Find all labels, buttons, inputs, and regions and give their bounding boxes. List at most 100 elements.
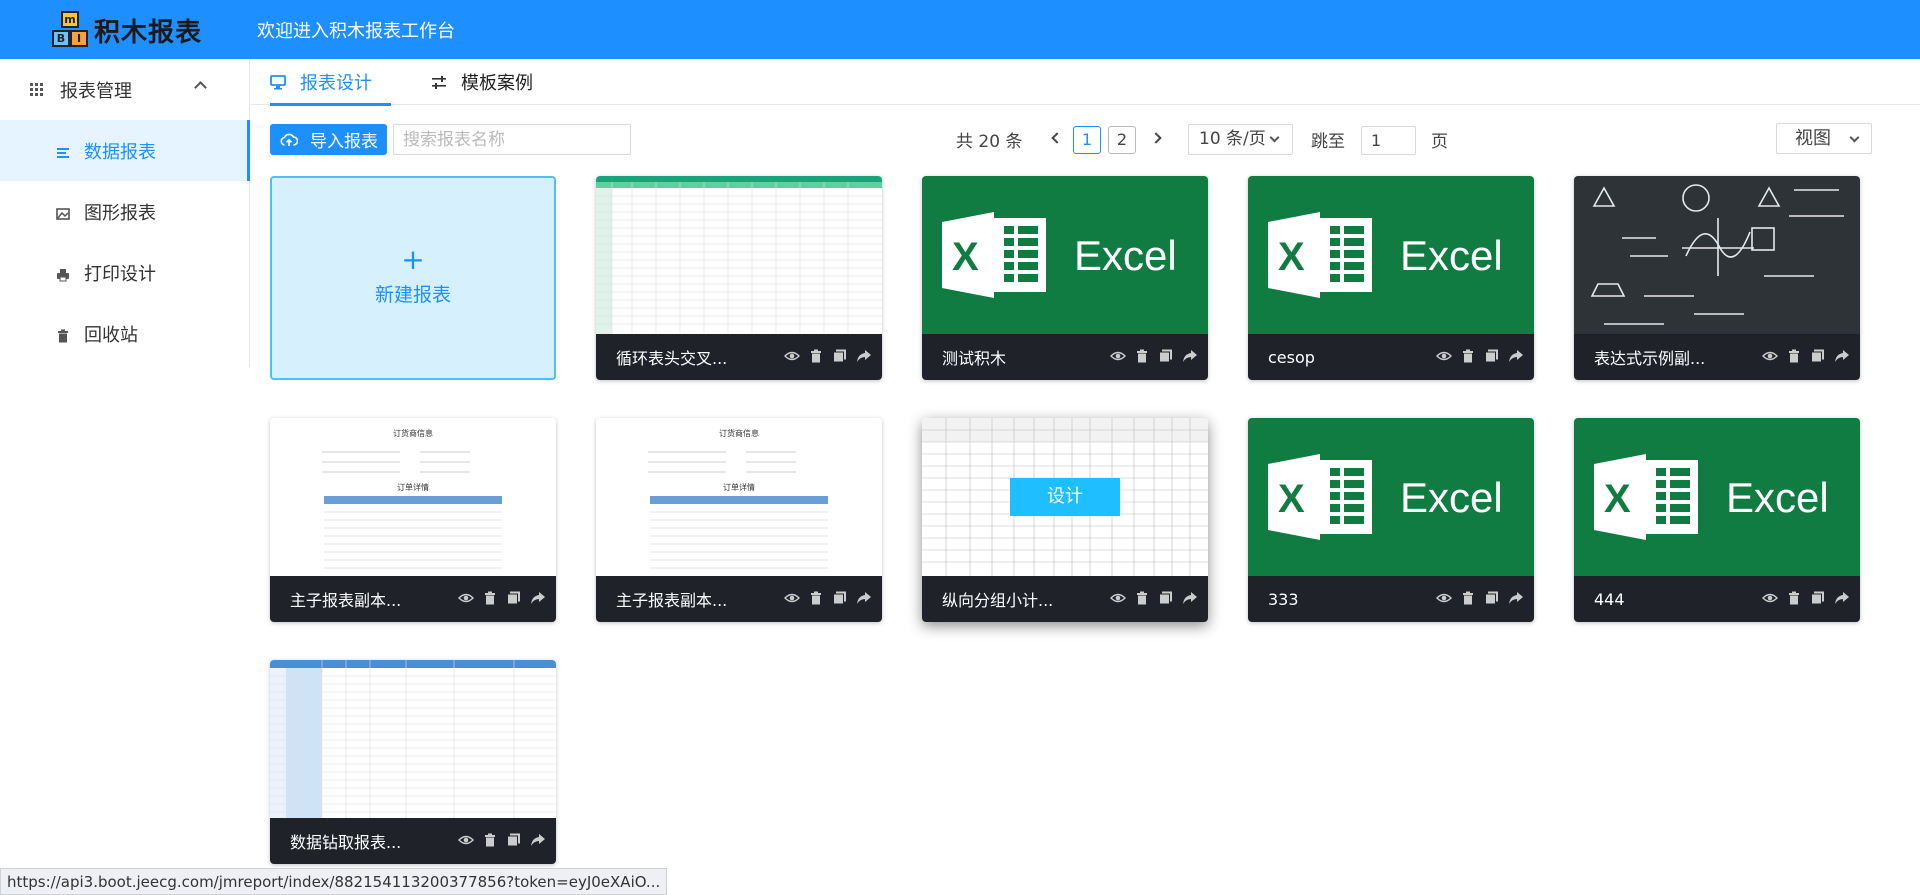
share-icon[interactable] bbox=[1182, 590, 1198, 606]
sidebar-item-label: 回收站 bbox=[84, 324, 138, 346]
sidebar-item-print-design[interactable]: 打印设计 bbox=[0, 242, 249, 303]
copy-icon[interactable] bbox=[1158, 590, 1174, 606]
trash-icon[interactable] bbox=[1786, 348, 1802, 364]
trash-icon bbox=[56, 327, 70, 342]
report-card[interactable]: 数据钻取报表... bbox=[270, 660, 556, 864]
excel-logo-icon: X bbox=[1268, 454, 1372, 540]
report-name: 表达式示例副... bbox=[1594, 349, 1706, 368]
eye-icon[interactable] bbox=[1436, 590, 1452, 606]
eye-icon[interactable] bbox=[784, 348, 800, 364]
excel-thumbnail: X Excel bbox=[922, 176, 1208, 334]
report-card[interactable]: X Excel 333 bbox=[1248, 418, 1534, 622]
sidebar-item-recycle-bin[interactable]: 回收站 bbox=[0, 303, 249, 364]
eye-icon[interactable] bbox=[458, 832, 474, 848]
report-card[interactable]: X Excel 测试积木 bbox=[922, 176, 1208, 380]
report-card[interactable]: X Excel cesop bbox=[1248, 176, 1534, 380]
tab-template-cases[interactable]: 模板案例 bbox=[431, 59, 533, 105]
jump-page-input[interactable] bbox=[1361, 126, 1416, 155]
report-card[interactable]: 循环表头交叉... bbox=[596, 176, 882, 380]
report-card[interactable]: 设计 纵向分组小计... bbox=[922, 418, 1208, 622]
report-card[interactable]: 表达式示例副... bbox=[1574, 176, 1860, 380]
share-icon[interactable] bbox=[856, 590, 872, 606]
card-footer: cesop bbox=[1248, 334, 1534, 380]
card-footer: 主子报表副本... bbox=[596, 576, 882, 622]
view-select[interactable]: 视图 bbox=[1776, 123, 1872, 154]
upload-cloud-icon bbox=[280, 133, 298, 146]
trash-icon[interactable] bbox=[1460, 590, 1476, 606]
trash-icon[interactable] bbox=[1134, 590, 1150, 606]
page-unit-label: 页 bbox=[1431, 132, 1448, 152]
trash-icon[interactable] bbox=[808, 590, 824, 606]
eye-icon[interactable] bbox=[1110, 590, 1126, 606]
app-logo[interactable]: mBI 积木报表 bbox=[50, 11, 202, 49]
eye-icon[interactable] bbox=[1110, 348, 1126, 364]
trash-icon[interactable] bbox=[1786, 590, 1802, 606]
excel-label: Excel bbox=[1400, 474, 1503, 521]
group-thumbnail: 设计 bbox=[922, 418, 1208, 576]
chevron-right-icon[interactable] bbox=[1150, 132, 1162, 144]
share-icon[interactable] bbox=[530, 832, 546, 848]
image-icon bbox=[56, 205, 70, 220]
eye-icon[interactable] bbox=[458, 590, 474, 606]
excel-label: Excel bbox=[1726, 474, 1829, 521]
copy-icon[interactable] bbox=[1810, 590, 1826, 606]
copy-icon[interactable] bbox=[506, 590, 522, 606]
page-1-button[interactable]: 1 bbox=[1073, 126, 1101, 154]
sidebar-item-label: 数据报表 bbox=[84, 141, 156, 163]
report-card[interactable]: X Excel 444 bbox=[1574, 418, 1860, 622]
menu-group-report-management[interactable]: 报表管理 bbox=[0, 59, 249, 120]
eye-icon[interactable] bbox=[1762, 590, 1778, 606]
eye-icon[interactable] bbox=[784, 590, 800, 606]
copy-icon[interactable] bbox=[1810, 348, 1826, 364]
card-footer: 循环表头交叉... bbox=[596, 334, 882, 380]
total-count: 共 20 条 bbox=[956, 132, 1023, 152]
trash-icon[interactable] bbox=[482, 590, 498, 606]
trash-icon[interactable] bbox=[1134, 348, 1150, 364]
card-footer: 纵向分组小计... bbox=[922, 576, 1208, 622]
eye-icon[interactable] bbox=[1762, 348, 1778, 364]
page-2-button[interactable]: 2 bbox=[1108, 126, 1136, 154]
share-icon[interactable] bbox=[530, 590, 546, 606]
share-icon[interactable] bbox=[1182, 348, 1198, 364]
logo-blocks-icon: mBI bbox=[50, 11, 90, 49]
import-button-label: 导入报表 bbox=[310, 132, 378, 151]
order-thumbnail: 订货商信息 订单详情 bbox=[596, 418, 882, 576]
order-thumbnail: 订货商信息 订单详情 bbox=[270, 418, 556, 576]
svg-text:X: X bbox=[1604, 477, 1631, 521]
copy-icon[interactable] bbox=[832, 348, 848, 364]
eye-icon[interactable] bbox=[1436, 348, 1452, 364]
trash-icon[interactable] bbox=[1460, 348, 1476, 364]
trash-icon[interactable] bbox=[808, 348, 824, 364]
copy-icon[interactable] bbox=[1158, 348, 1174, 364]
excel-thumbnail: X Excel bbox=[1248, 418, 1534, 576]
share-icon[interactable] bbox=[1834, 348, 1850, 364]
import-report-button[interactable]: 导入报表 bbox=[270, 124, 387, 155]
report-name: 纵向分组小计... bbox=[942, 591, 1054, 610]
copy-icon[interactable] bbox=[506, 832, 522, 848]
share-icon[interactable] bbox=[1508, 590, 1524, 606]
chevron-left-icon[interactable] bbox=[1051, 132, 1063, 144]
chevron-down-icon bbox=[1269, 132, 1280, 143]
svg-text:X: X bbox=[1278, 235, 1305, 279]
excel-thumbnail: X Excel bbox=[1248, 176, 1534, 334]
logo-text: 积木报表 bbox=[94, 17, 203, 48]
sidebar-item-data-report[interactable]: 数据报表 bbox=[0, 120, 250, 181]
search-input[interactable] bbox=[393, 124, 631, 155]
new-report-card[interactable]: + 新建报表 bbox=[270, 176, 556, 380]
report-card[interactable]: 订货商信息 订单详情 主子报表副本... bbox=[270, 418, 556, 622]
copy-icon[interactable] bbox=[1484, 590, 1500, 606]
share-icon[interactable] bbox=[1834, 590, 1850, 606]
report-name: 333 bbox=[1268, 589, 1299, 609]
sidebar-item-chart-report[interactable]: 图形报表 bbox=[0, 181, 249, 242]
report-card[interactable]: 订货商信息 订单详情 主子报表副本... bbox=[596, 418, 882, 622]
tab-report-design[interactable]: 报表设计 bbox=[270, 59, 391, 106]
card-footer: 表达式示例副... bbox=[1574, 334, 1860, 380]
copy-icon[interactable] bbox=[832, 590, 848, 606]
trash-icon[interactable] bbox=[482, 832, 498, 848]
page-size-select[interactable]: 10 条/页 bbox=[1188, 124, 1293, 155]
copy-icon[interactable] bbox=[1484, 348, 1500, 364]
design-button[interactable]: 设计 bbox=[1010, 478, 1120, 516]
card-footer: 测试积木 bbox=[922, 334, 1208, 380]
share-icon[interactable] bbox=[1508, 348, 1524, 364]
share-icon[interactable] bbox=[856, 348, 872, 364]
